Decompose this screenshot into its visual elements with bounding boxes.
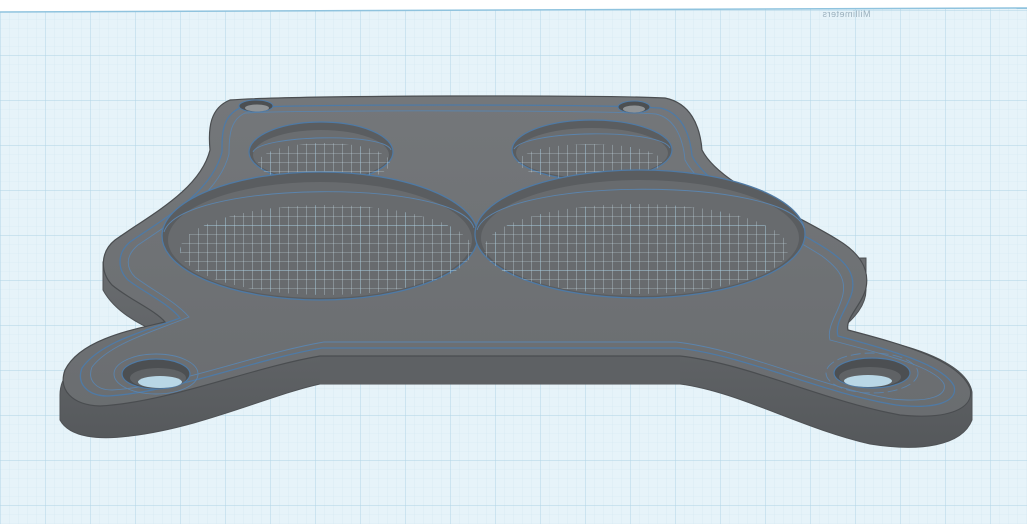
workplane-units-label: Millimeters	[822, 9, 871, 19]
bolt-hole-rear-left[interactable]	[238, 99, 274, 113]
bore-front-right[interactable]	[474, 169, 806, 299]
bolt-hole-rear-right[interactable]	[617, 100, 651, 114]
workplane-scene[interactable]	[0, 0, 1027, 524]
3d-viewport[interactable]: Millimeters	[0, 0, 1027, 524]
bolt-hole-front-left[interactable]	[113, 353, 199, 395]
bore-front-left[interactable]	[161, 171, 479, 301]
